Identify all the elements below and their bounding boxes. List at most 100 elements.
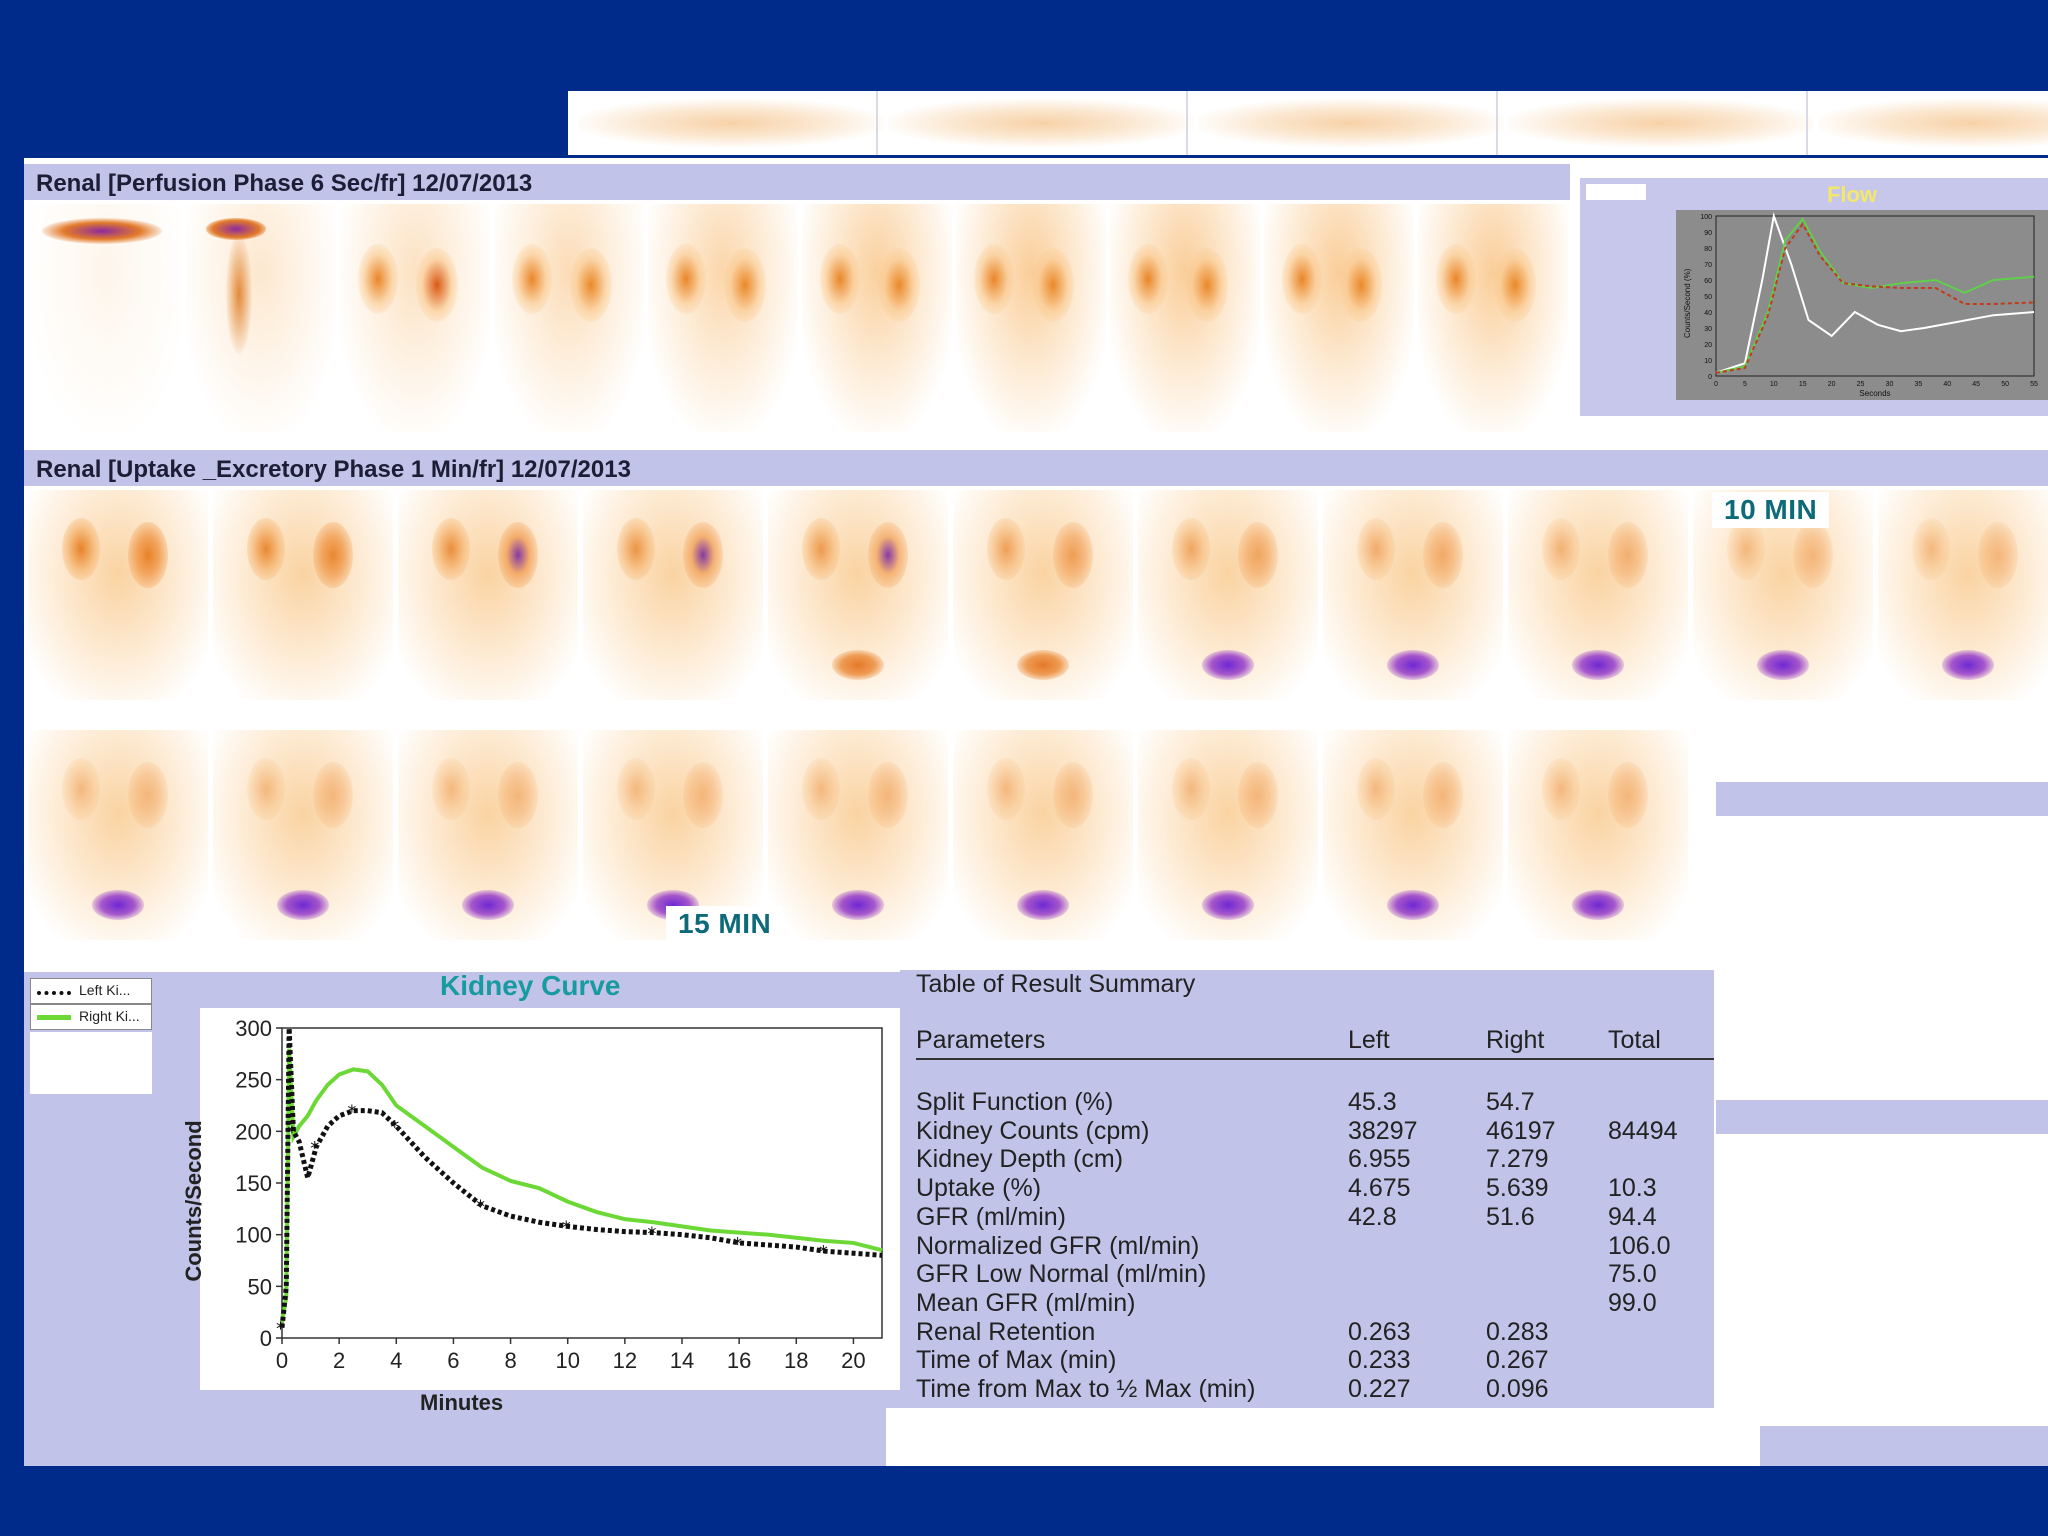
- left-value: 45.3: [1348, 1088, 1397, 1116]
- activity-spot: [432, 518, 470, 580]
- flow-x-tick: 15: [1799, 381, 1807, 388]
- y-tick-label: 200: [235, 1119, 272, 1144]
- flow-x-tick: 50: [2001, 381, 2009, 388]
- activity-spot: [617, 758, 655, 820]
- uptake-frame: [583, 490, 763, 700]
- uptake-frame: [1508, 490, 1688, 700]
- header-right: Right: [1486, 1026, 1545, 1054]
- flow-y-tick: 70: [1704, 262, 1712, 269]
- activity-spot: [313, 762, 353, 828]
- total-value: 106.0: [1608, 1231, 1671, 1260]
- uptake-frame: [1323, 730, 1503, 940]
- uptake-frame: [1323, 490, 1503, 700]
- parameter-name: Split Function (%): [916, 1088, 1114, 1116]
- table-row: Uptake (%) 4.675 5.639 10.3: [916, 1174, 1706, 1203]
- header-total: Total: [1608, 1026, 1661, 1054]
- y-axis-label: Counts/Second: [181, 1120, 206, 1282]
- y-tick-label: 250: [235, 1068, 272, 1093]
- activity-spot: [1978, 522, 2018, 588]
- activity-spot: [724, 248, 766, 322]
- parameter-name: Kidney Depth (cm): [916, 1145, 1124, 1174]
- left-value: 4.675: [1348, 1174, 1411, 1203]
- uptake-frame: [1138, 490, 1318, 700]
- x-tick-label: 4: [390, 1348, 402, 1373]
- activity-spot: [1186, 248, 1228, 322]
- activity-spot: [128, 762, 168, 828]
- x-tick-label: 6: [447, 1348, 459, 1373]
- table-row: Split Function (%) 45.3 54.7: [916, 1088, 1706, 1117]
- uptake-frame: [398, 730, 578, 940]
- x-tick-label: 18: [784, 1348, 808, 1373]
- legend-entry-right[interactable]: Right Ki...: [30, 1004, 152, 1030]
- kidney-curve-legend: Left Ki... Right Ki...: [30, 978, 152, 1030]
- flow-chart-svg: Flow Counts/Second (%) Seconds 0 5 10 15 20 25 30…: [1676, 182, 2048, 400]
- flow-y-tick: 30: [1704, 326, 1712, 333]
- y-axis-label-wrap: Counts/Second: [176, 1080, 208, 1330]
- activity-spot: [1172, 758, 1210, 820]
- activity-spot: [1032, 248, 1074, 322]
- right-value: 46197: [1486, 1116, 1556, 1145]
- perfusion-frame: [648, 204, 798, 432]
- activity-spot: [832, 650, 884, 680]
- summary-title: Table of Result Summary: [916, 970, 1196, 998]
- uptake-frame: [1878, 490, 2048, 700]
- activity-spot: [1202, 650, 1254, 680]
- top-frame: [1818, 99, 2048, 147]
- kidney-curve-title: Kidney Curve: [440, 970, 621, 1001]
- parameter-name: Renal Retention: [916, 1317, 1096, 1346]
- divider: [1496, 91, 1498, 155]
- legend-entry-left[interactable]: Left Ki...: [30, 978, 152, 1004]
- flow-x-tick: 20: [1828, 381, 1836, 388]
- x-tick-label: 16: [727, 1348, 751, 1373]
- left-curve-marker: *: [390, 1117, 399, 1138]
- table-row: Kidney Depth (cm) 6.955 7.279: [916, 1145, 1706, 1174]
- flow-x-tick: 10: [1770, 381, 1778, 388]
- perfusion-frame: [956, 204, 1106, 432]
- right-value: 7.279: [1486, 1145, 1549, 1174]
- uptake-frame: [28, 490, 208, 700]
- activity-spot: [683, 762, 723, 828]
- left-curve-marker: *: [733, 1234, 742, 1255]
- uptake-frame: [213, 490, 393, 700]
- left-curve-marker: *: [647, 1224, 656, 1245]
- activity-spot: [62, 758, 100, 820]
- left-value: 38297: [1348, 1116, 1418, 1145]
- perfusion-frame: [340, 204, 490, 432]
- activity-spot: [570, 248, 612, 322]
- activity-spot: [498, 522, 538, 588]
- dotted-line-icon: [37, 991, 71, 995]
- x-tick-label: 20: [841, 1348, 865, 1373]
- flow-x-tick: 5: [1743, 381, 1747, 388]
- activity-spot: [683, 522, 723, 588]
- right-value: 54.7: [1486, 1088, 1535, 1116]
- activity-spot: [1340, 248, 1382, 322]
- y-tick-label: 50: [248, 1274, 272, 1299]
- activity-spot: [987, 758, 1025, 820]
- activity-spot: [1423, 762, 1463, 828]
- activity-spot: [512, 244, 552, 314]
- activity-spot: [878, 248, 920, 322]
- summary-footer-blank: [886, 1408, 1760, 1466]
- flow-ylabel: Counts/Second (%): [1683, 268, 1692, 338]
- parameter-name: Normalized GFR (ml/min): [916, 1231, 1200, 1260]
- flow-y-tick: 20: [1704, 342, 1712, 349]
- flow-y-tick: 10: [1704, 358, 1712, 365]
- activity-spot: [987, 518, 1025, 580]
- top-frame-strip: [568, 91, 2048, 155]
- activity-spot: [1128, 244, 1168, 314]
- perfusion-header: Renal [Perfusion Phase 6 Sec/fr] 12/07/2…: [24, 164, 1570, 200]
- result-summary-table: Table of Result Summary Parameters Left …: [900, 970, 1714, 1408]
- x-tick-label: 0: [276, 1348, 288, 1373]
- flow-y-tick: 90: [1704, 230, 1712, 237]
- activity-spot: [416, 248, 458, 322]
- activity-spot: [1387, 650, 1439, 680]
- table-row: Mean GFR (ml/min) 99.0: [916, 1289, 1706, 1318]
- perfusion-frames: [24, 204, 1570, 436]
- y-tick-label: 150: [235, 1171, 272, 1196]
- top-frame: [888, 99, 1194, 147]
- top-frame: [1198, 99, 1504, 147]
- activity-spot: [1608, 762, 1648, 828]
- table-row: Time from Max to ½ Max (min) 0.227 0.096: [916, 1375, 1706, 1404]
- activity-spot: [802, 758, 840, 820]
- left-curve-marker: *: [819, 1242, 828, 1263]
